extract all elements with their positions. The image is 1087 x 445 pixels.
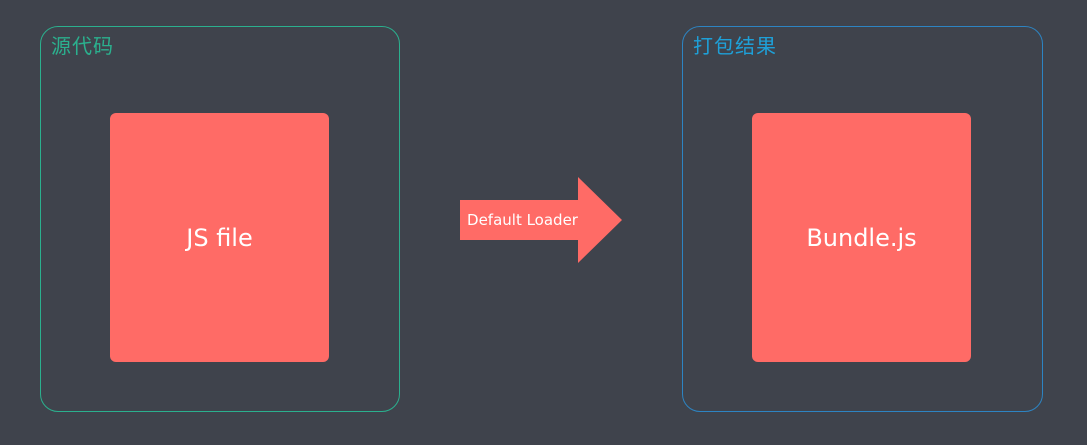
bundle-result-group-title: 打包结果: [693, 34, 777, 58]
js-file-box: JS file: [110, 113, 329, 362]
source-code-group-title: 源代码: [51, 34, 114, 58]
default-loader-label: Default Loader: [467, 211, 578, 229]
diagram-canvas: 源代码 JS file Default Loader 打包结果 Bundle.j…: [0, 0, 1087, 445]
bundle-file-label: Bundle.js: [806, 223, 917, 252]
js-file-label: JS file: [186, 223, 253, 252]
bundle-file-box: Bundle.js: [752, 113, 971, 362]
